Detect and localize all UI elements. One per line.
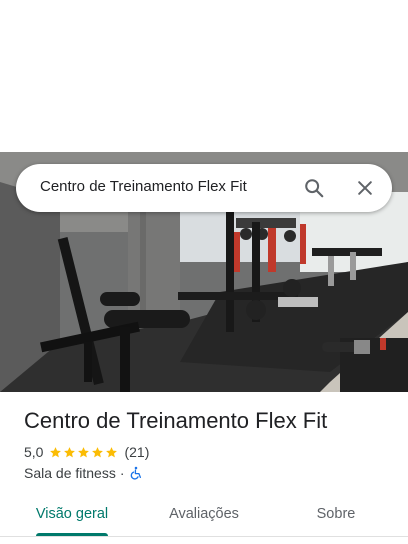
category-row: Sala de fitness ·: [24, 465, 143, 481]
star-icon: [106, 446, 118, 457]
star-icon: [78, 446, 90, 457]
place-title: Centro de Treinamento Flex Fit: [24, 408, 328, 433]
category-label: Sala de fitness: [24, 465, 116, 481]
tab-about[interactable]: Sobre: [284, 496, 388, 536]
search-button[interactable]: [298, 172, 330, 204]
rating-value: 5,0: [24, 444, 44, 460]
star-icon: [92, 446, 104, 457]
search-bar[interactable]: Centro de Treinamento Flex Fit: [16, 164, 392, 212]
rating-stars: [49, 446, 119, 459]
review-count: (21): [124, 444, 150, 460]
star-icon: [64, 446, 76, 457]
search-input[interactable]: Centro de Treinamento Flex Fit: [40, 164, 247, 212]
tab-overview[interactable]: Visão geral: [20, 496, 124, 536]
blank-area: [0, 0, 408, 152]
rating-row[interactable]: 5,0 (21): [24, 444, 149, 460]
separator-dot: ·: [119, 465, 125, 481]
tab-bar: Visão geral Avaliações Sobre: [0, 496, 408, 536]
tab-divider: [0, 536, 408, 537]
clear-search-button[interactable]: [349, 172, 381, 204]
search-icon: [305, 179, 324, 198]
star-icon: [50, 446, 62, 457]
close-icon: [358, 181, 372, 195]
wheelchair-accessible-icon: [130, 466, 141, 480]
tab-reviews[interactable]: Avaliações: [152, 496, 256, 536]
